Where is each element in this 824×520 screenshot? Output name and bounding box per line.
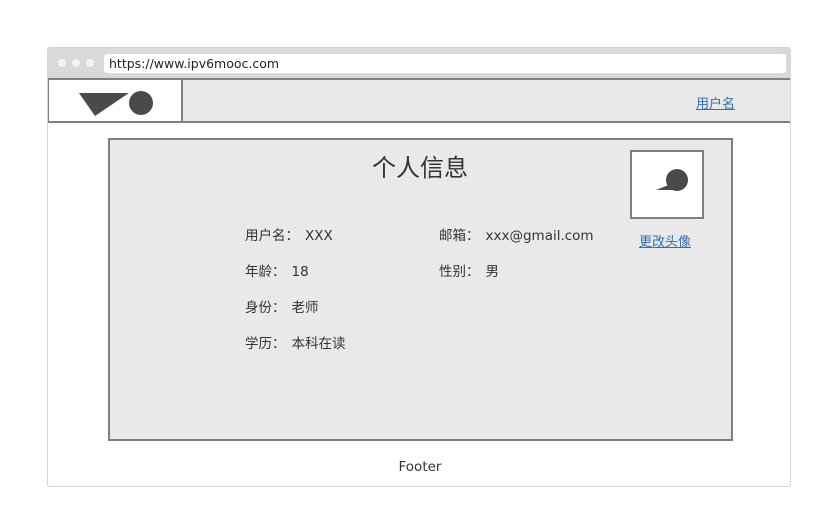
window-dot-icon[interactable]	[72, 59, 80, 67]
username-link[interactable]: 用户名	[696, 93, 735, 112]
gender-label: 性别：	[439, 264, 480, 280]
avatar-placeholder-icon	[656, 169, 688, 191]
gender-field: 性别： 男	[439, 260, 499, 280]
role-field: 身份： 老师	[245, 296, 319, 316]
gender-value: 男	[485, 264, 500, 280]
address-bar[interactable]: https://www.ipv6mooc.com	[104, 54, 786, 73]
browser-window: https://www.ipv6mooc.com 用户名 个人信息 用户名： XX…	[47, 47, 791, 487]
age-label: 年龄：	[245, 264, 286, 280]
education-value: 本科在读	[291, 336, 346, 352]
window-dot-icon[interactable]	[86, 59, 94, 67]
role-label: 身份：	[245, 300, 286, 316]
username-label: 用户名：	[245, 228, 299, 244]
window-controls	[58, 59, 94, 67]
email-value: xxx@gmail.com	[485, 228, 594, 244]
education-label: 学历：	[245, 336, 286, 352]
age-field: 年龄： 18	[245, 260, 309, 280]
change-avatar-link[interactable]: 更改头像	[639, 231, 691, 250]
role-value: 老师	[291, 300, 319, 316]
email-label: 邮箱：	[439, 228, 480, 244]
education-field: 学历： 本科在读	[245, 332, 346, 352]
profile-panel: 个人信息 用户名： XXX 邮箱： xxx@gmail.com 年龄： 18 性别：男…	[108, 138, 733, 441]
window-dot-icon[interactable]	[58, 59, 66, 67]
email-field: 邮箱： xxx@gmail.com	[439, 224, 594, 244]
site-header: 用户名	[48, 78, 790, 123]
logo[interactable]	[49, 80, 183, 121]
username-value: XXX	[305, 228, 333, 244]
logo-shape-icon	[79, 91, 153, 116]
age-value: 18	[291, 264, 309, 280]
username-field: 用户名： XXX	[245, 224, 333, 244]
footer: Footer	[398, 459, 442, 475]
browser-chrome-bar: https://www.ipv6mooc.com	[48, 48, 790, 78]
avatar	[630, 150, 704, 219]
